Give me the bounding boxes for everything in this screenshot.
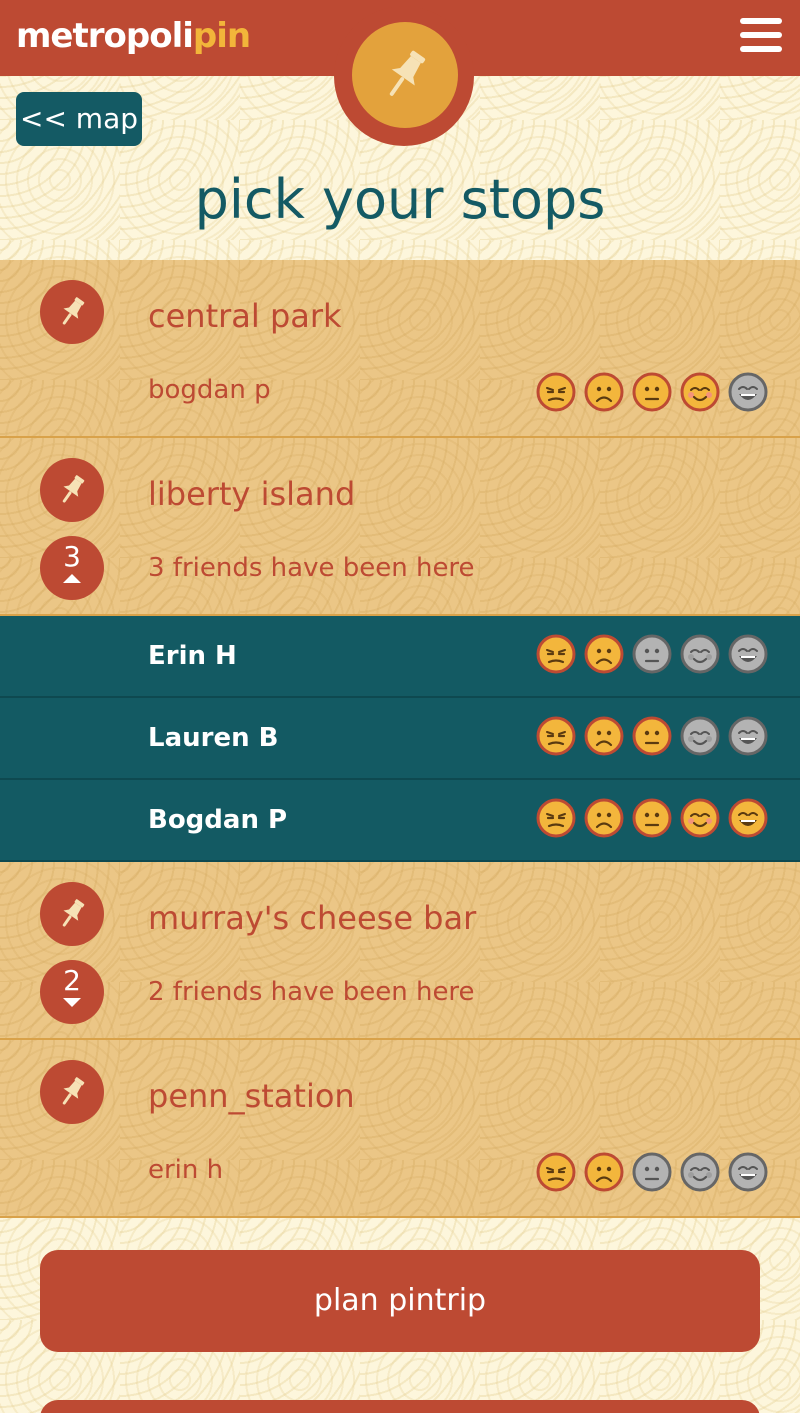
pin-button[interactable] bbox=[40, 882, 104, 946]
unamused-icon[interactable] bbox=[536, 634, 576, 674]
blush-icon[interactable] bbox=[680, 1152, 720, 1192]
friends-summary: 2 friends have been here bbox=[148, 977, 475, 1007]
stop-name[interactable]: murray's cheese bar bbox=[148, 896, 476, 940]
grin-icon[interactable] bbox=[728, 798, 768, 838]
stop-item: liberty island 3 3 friends have been her… bbox=[0, 438, 800, 616]
hamburger-icon-bar bbox=[740, 18, 782, 24]
pushpin-icon bbox=[389, 50, 426, 96]
secondary-action-button[interactable] bbox=[40, 1400, 760, 1413]
friends-list: Erin H Lauren B Bogdan P bbox=[0, 616, 800, 862]
frown-icon[interactable] bbox=[584, 372, 624, 412]
blush-icon[interactable] bbox=[680, 634, 720, 674]
plan-pintrip-button[interactable]: plan pintrip bbox=[40, 1250, 760, 1352]
pin-button[interactable] bbox=[40, 1060, 104, 1124]
neutral-icon[interactable] bbox=[632, 798, 672, 838]
unamused-icon[interactable] bbox=[536, 716, 576, 756]
stop-item: penn_station erin h bbox=[0, 1040, 800, 1218]
friends-count: 2 bbox=[63, 964, 81, 997]
friend-name: Erin H bbox=[148, 641, 237, 671]
unamused-icon[interactable] bbox=[536, 1152, 576, 1192]
stops-list: central park bogdan p liberty island 3 3… bbox=[0, 260, 800, 1218]
hamburger-icon-bar bbox=[740, 32, 782, 38]
stop-visitor: bogdan p bbox=[148, 375, 271, 405]
stop-item: murray's cheese bar 2 2 friends have bee… bbox=[0, 862, 800, 1040]
friends-count: 3 bbox=[63, 540, 81, 573]
grin-icon[interactable] bbox=[728, 716, 768, 756]
logo-text-accent: pin bbox=[192, 16, 251, 56]
rating-row bbox=[536, 798, 768, 838]
rating-row bbox=[536, 716, 768, 756]
friends-summary: 3 friends have been here bbox=[148, 553, 475, 583]
blush-icon[interactable] bbox=[680, 716, 720, 756]
pushpin-icon bbox=[62, 1077, 85, 1105]
logo[interactable]: metropolipin bbox=[16, 14, 251, 58]
neutral-icon[interactable] bbox=[632, 716, 672, 756]
rating-row bbox=[536, 372, 768, 412]
frown-icon[interactable] bbox=[584, 1152, 624, 1192]
grin-icon[interactable] bbox=[728, 1152, 768, 1192]
stop-name[interactable]: central park bbox=[148, 294, 342, 338]
pushpin-icon bbox=[62, 899, 85, 927]
neutral-icon[interactable] bbox=[632, 634, 672, 674]
page-title: pick your stops bbox=[194, 168, 606, 231]
neutral-icon[interactable] bbox=[632, 372, 672, 412]
hamburger-menu-button[interactable] bbox=[740, 18, 782, 52]
stop-name[interactable]: liberty island bbox=[148, 472, 355, 516]
chevron-up-icon bbox=[63, 574, 81, 583]
stop-name[interactable]: penn_station bbox=[148, 1074, 355, 1118]
logo-text-main: metropoli bbox=[16, 16, 194, 56]
friend-row: Lauren B bbox=[0, 698, 800, 780]
hamburger-icon-bar bbox=[740, 46, 782, 52]
blush-icon[interactable] bbox=[680, 372, 720, 412]
pin-button[interactable] bbox=[40, 280, 104, 344]
pushpin-icon bbox=[62, 475, 85, 503]
chevron-down-icon bbox=[63, 998, 81, 1007]
grin-icon[interactable] bbox=[728, 372, 768, 412]
neutral-icon[interactable] bbox=[632, 1152, 672, 1192]
frown-icon[interactable] bbox=[584, 798, 624, 838]
friend-name: Lauren B bbox=[148, 723, 279, 753]
rating-row bbox=[536, 634, 768, 674]
friends-count-toggle[interactable]: 3 bbox=[40, 536, 104, 600]
friends-count-toggle[interactable]: 2 bbox=[40, 960, 104, 1024]
friend-name: Bogdan P bbox=[148, 805, 288, 835]
grin-icon[interactable] bbox=[728, 634, 768, 674]
pushpin-badge-icon bbox=[352, 22, 458, 128]
unamused-icon[interactable] bbox=[536, 372, 576, 412]
rating-row bbox=[536, 1152, 768, 1192]
back-to-map-button[interactable]: << map bbox=[16, 92, 142, 146]
friend-row: Erin H bbox=[0, 616, 800, 698]
pushpin-icon bbox=[62, 297, 85, 325]
stop-item: central park bogdan p bbox=[0, 260, 800, 438]
frown-icon[interactable] bbox=[584, 716, 624, 756]
unamused-icon[interactable] bbox=[536, 798, 576, 838]
frown-icon[interactable] bbox=[584, 634, 624, 674]
blush-icon[interactable] bbox=[680, 798, 720, 838]
stop-visitor: erin h bbox=[148, 1155, 224, 1185]
friend-row: Bogdan P bbox=[0, 780, 800, 862]
pin-button[interactable] bbox=[40, 458, 104, 522]
